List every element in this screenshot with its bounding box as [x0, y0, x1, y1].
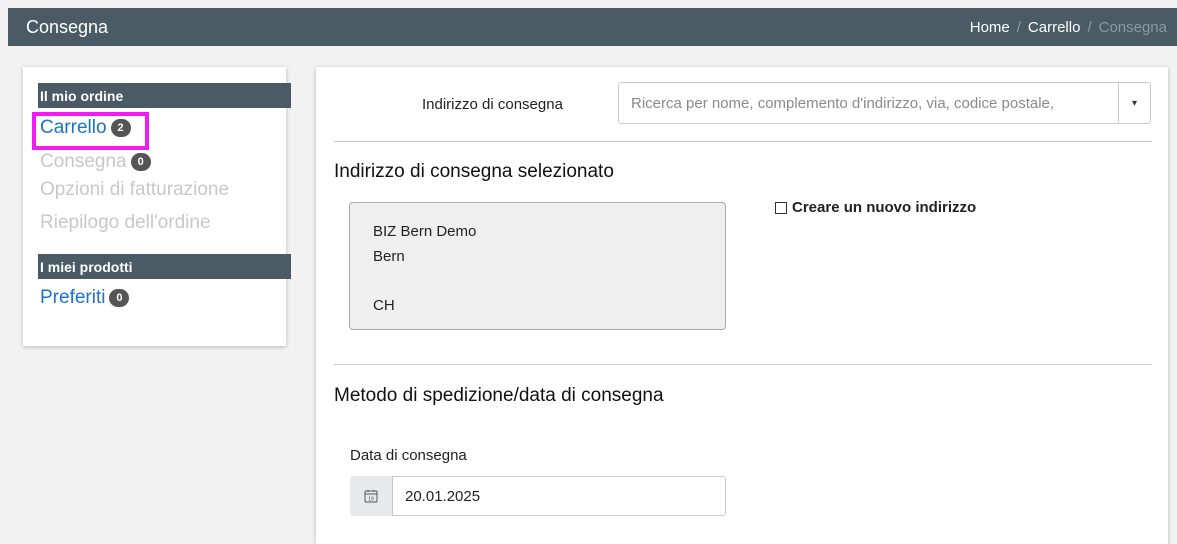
address-label: Indirizzo di consegna	[422, 96, 563, 113]
sidebar-item-order-summary: Riepilogo dell'ordine	[40, 212, 211, 234]
address-search-select[interactable]: Ricerca per nome, complemento d'indirizz…	[618, 82, 1151, 124]
highlight-box	[32, 112, 149, 150]
address-search-placeholder: Ricerca per nome, complemento d'indirizz…	[631, 94, 1055, 112]
page-title: Consegna	[26, 16, 109, 37]
breadcrumb-cart[interactable]: Carrello	[1028, 19, 1081, 36]
shipping-method-title: Metodo di spedizione/data di consegna	[334, 385, 664, 406]
sidebar-heading-order: Il mio ordine	[38, 83, 291, 108]
sidebar-item-label: Opzioni di fatturazione	[40, 179, 230, 200]
breadcrumb-current: Consegna	[1098, 18, 1167, 36]
delivery-date-input[interactable]: 20.01.2025	[392, 476, 726, 516]
new-address-label: Creare un nuovo indirizzo	[792, 199, 977, 216]
selected-address-card: BIZ Bern Demo Bern CH	[349, 202, 726, 330]
sidebar-item-billing-options: Opzioni di fatturazione	[40, 179, 229, 201]
calendar-day-label: 19	[368, 496, 374, 502]
sidebar-item-favorites[interactable]: Preferiti 0	[40, 287, 130, 309]
address-line: BIZ Bern Demo	[373, 223, 477, 240]
chevron-down-icon[interactable]: ▾	[1118, 83, 1150, 123]
sidebar-item-delivery: Consegna 0	[40, 151, 151, 173]
checkbox-icon[interactable]	[775, 201, 787, 214]
calendar-icon[interactable]: 19	[350, 476, 392, 516]
favorites-count-badge: 0	[109, 289, 130, 307]
address-line: Bern	[373, 247, 405, 265]
sidebar: Il mio ordine Carrello 2 Consegna 0 Opzi…	[23, 67, 291, 346]
breadcrumb: Home / Carrello / Consegna	[970, 19, 1167, 36]
breadcrumb-separator: /	[1087, 18, 1092, 36]
sidebar-item-label: Consegna	[40, 151, 127, 172]
new-address-checkbox[interactable]: Creare un nuovo indirizzo	[775, 199, 976, 216]
delivery-panel: Indirizzo di consegna Ricerca per nome, …	[316, 67, 1168, 544]
sidebar-heading-products: I miei prodotti	[38, 254, 291, 279]
address-line: CH	[373, 296, 395, 314]
delivery-date-field[interactable]: 19 20.01.2025	[350, 476, 726, 516]
delivery-count-badge: 0	[130, 153, 151, 171]
divider	[334, 141, 1152, 142]
breadcrumb-home[interactable]: Home	[970, 19, 1010, 36]
breadcrumb-separator: /	[1016, 18, 1021, 36]
selected-address-title: Indirizzo di consegna selezionato	[334, 161, 614, 182]
address-line	[373, 269, 725, 294]
sidebar-item-label: Preferiti	[40, 287, 106, 308]
delivery-date-label: Data di consegna	[350, 447, 467, 464]
top-bar: Consegna Home / Carrello / Consegna	[8, 8, 1177, 46]
sidebar-item-label: Riepilogo dell'ordine	[40, 212, 211, 233]
divider	[334, 364, 1152, 365]
